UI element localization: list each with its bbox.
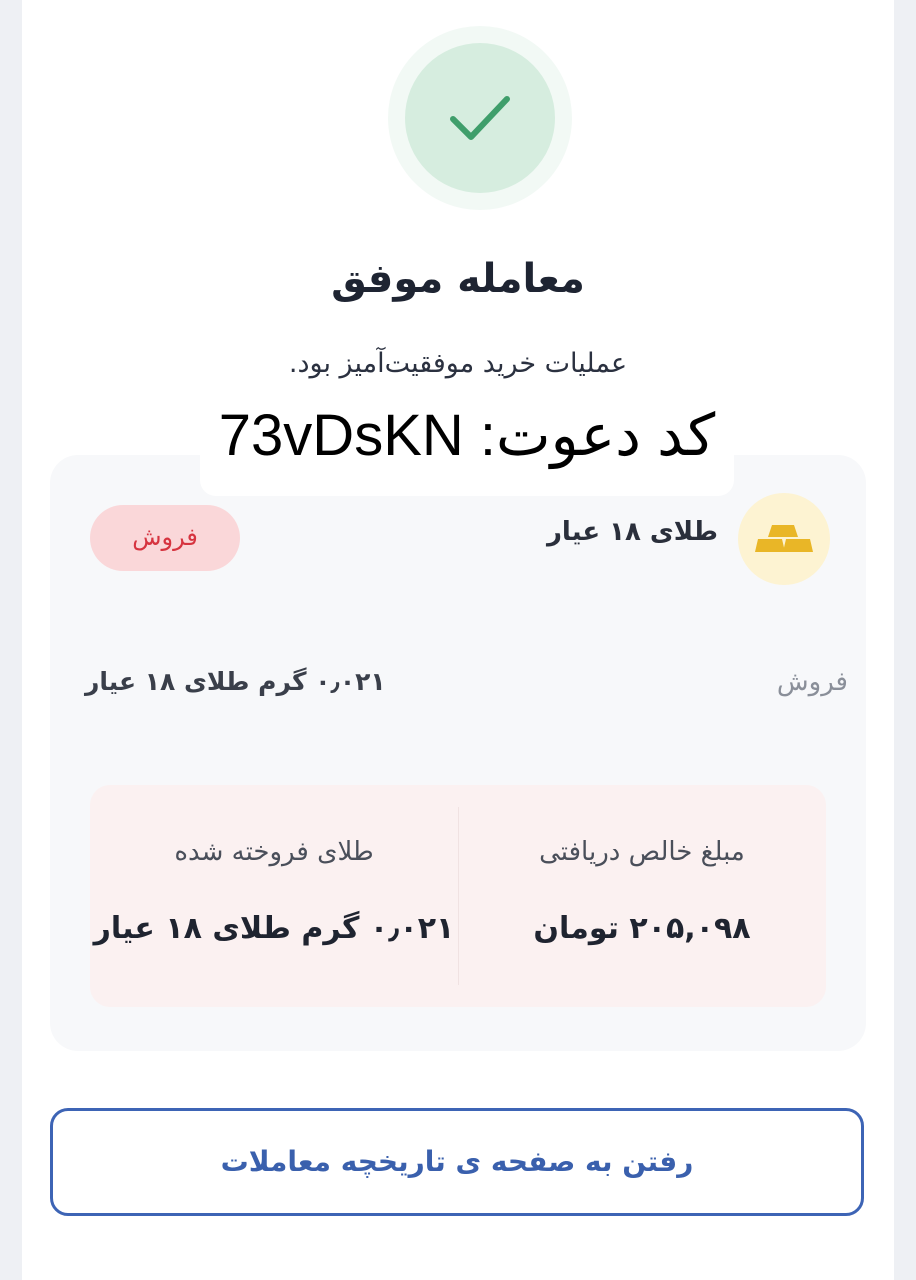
net-received-column: مبلغ خالص دریافتی ۲۰۵,۰۹۸ تومان xyxy=(458,785,826,1007)
trade-summary-box: مبلغ خالص دریافتی ۲۰۵,۰۹۸ تومان طلای فرو… xyxy=(90,785,826,1007)
asset-name: طلای ۱۸ عیار xyxy=(546,517,718,547)
invite-code-banner: کد دعوت: 73vDsKN xyxy=(200,394,734,496)
go-to-history-button[interactable]: رفتن به صفحه ی تاریخچه معاملات xyxy=(50,1108,864,1216)
gold-sold-value: ۰٫۰۲۱ گرم طلای ۱۸ عیار xyxy=(93,911,455,946)
net-received-label: مبلغ خالص دریافتی xyxy=(539,837,745,867)
page-title: معامله موفق xyxy=(331,256,585,302)
gold-sold-label: طلای فروخته شده xyxy=(174,837,374,867)
net-received-value: ۲۰۵,۰۹۸ تومان xyxy=(533,911,751,946)
trade-amount: ۰٫۰۲۱ گرم طلای ۱۸ عیار xyxy=(85,667,386,696)
success-sheet: معامله موفق عملیات خرید موفقیت‌آمیز بود.… xyxy=(22,0,894,1280)
check-icon xyxy=(450,96,510,140)
trade-details-card: طلای ۱۸ عیار فروش فروش ۰٫۰۲۱ گرم طلای ۱۸… xyxy=(50,455,866,1051)
gold-bars-icon xyxy=(755,525,813,552)
asset-avatar xyxy=(738,493,830,585)
success-circle xyxy=(405,43,555,193)
success-indicator xyxy=(388,26,572,210)
trade-type-label: فروش xyxy=(776,667,848,697)
status-message: عملیات خرید موفقیت‌آمیز بود. xyxy=(288,348,628,379)
trade-type-badge: فروش xyxy=(90,505,240,571)
gold-sold-column: طلای فروخته شده ۰٫۰۲۱ گرم طلای ۱۸ عیار xyxy=(90,785,458,1007)
